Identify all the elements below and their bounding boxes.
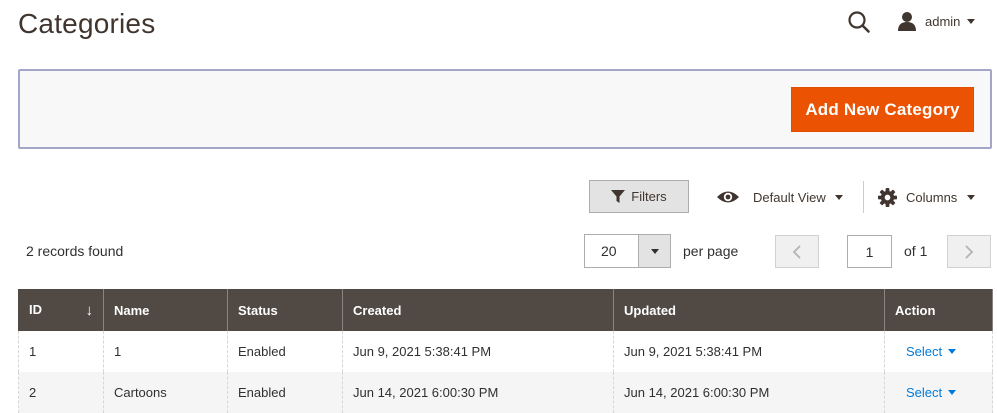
per-page-toggle[interactable] [638,235,670,267]
chevron-left-icon [792,244,801,259]
columns-button[interactable]: Columns [878,186,976,208]
column-header-status[interactable]: Status [227,289,343,331]
table-header-row: ID ↓ Name Status Created Updated Action [18,289,993,331]
chevron-right-icon [965,244,974,259]
row-action-select[interactable]: Select [906,385,957,400]
column-header-label: ID [29,301,42,317]
cell-action: Select [884,372,993,413]
select-label: Select [906,385,943,400]
previous-page-button[interactable] [775,235,819,268]
cell-status: Enabled [227,372,343,413]
column-header-action: Action [884,289,993,331]
filters-button[interactable]: Filters [589,180,689,213]
chevron-down-icon [967,194,976,200]
column-header-id[interactable]: ID ↓ [18,289,104,331]
categories-grid: ID ↓ Name Status Created Updated Action … [18,289,993,413]
user-menu[interactable]: admin [897,10,976,32]
page-number-input[interactable] [847,235,892,268]
per-page-label: per page [683,243,739,259]
chevron-down-icon [948,349,957,354]
chevron-down-icon [834,194,843,200]
view-label: Default View [753,189,826,205]
chevron-down-icon [650,248,659,254]
sort-arrow-icon: ↓ [85,301,94,319]
cell-id: 1 [18,331,104,372]
select-label: Select [906,344,943,359]
chevron-down-icon [948,390,957,395]
cell-created: Jun 9, 2021 5:38:41 PM [342,331,614,372]
next-page-button[interactable] [947,235,991,268]
search-icon [848,11,870,33]
filter-icon [611,189,626,203]
table-row[interactable]: 2 Cartoons Enabled Jun 14, 2021 6:00:30 … [18,372,993,413]
columns-label: Columns [906,189,958,205]
search-button[interactable] [846,9,872,35]
toolbar-divider [863,181,864,213]
view-switcher[interactable]: Default View [716,186,843,208]
cell-action: Select [884,331,993,372]
column-header-updated[interactable]: Updated [613,289,885,331]
user-icon [898,12,916,31]
cell-name: Cartoons [103,372,228,413]
cell-name: 1 [103,331,228,372]
records-count: 2 records found [26,243,124,259]
column-header-name[interactable]: Name [103,289,228,331]
chevron-down-icon [967,18,976,24]
page-total: of 1 [904,243,928,259]
gear-icon [878,187,897,207]
cell-updated: Jun 9, 2021 5:38:41 PM [613,331,885,372]
per-page-value: 20 [601,243,617,259]
cell-created: Jun 14, 2021 6:00:30 PM [342,372,614,413]
cell-updated: Jun 14, 2021 6:00:30 PM [613,372,885,413]
cell-status: Enabled [227,331,343,372]
add-new-category-button[interactable]: Add New Category [791,87,974,132]
cell-id: 2 [18,372,104,413]
page-title: Categories [18,8,156,39]
per-page-select[interactable]: 20 [584,234,671,268]
user-name: admin [925,13,961,29]
filters-label: Filters [631,189,667,204]
column-header-created[interactable]: Created [342,289,614,331]
eye-icon [717,191,739,203]
table-row[interactable]: 1 1 Enabled Jun 9, 2021 5:38:41 PM Jun 9… [18,331,993,372]
row-action-select[interactable]: Select [906,344,957,359]
page-actions-bar: Add New Category [18,69,992,149]
